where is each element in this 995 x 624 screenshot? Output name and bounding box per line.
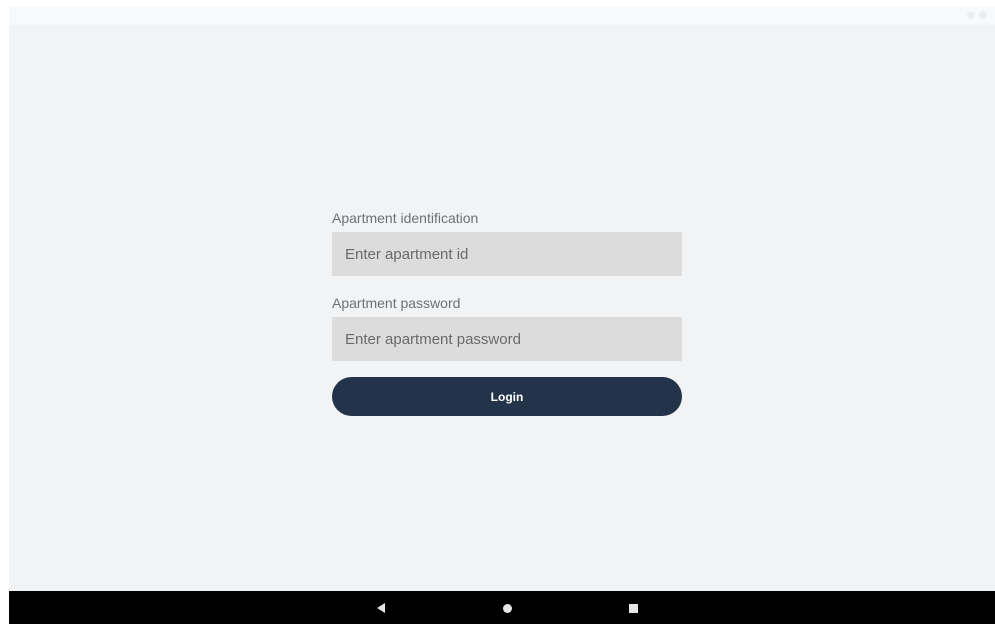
back-icon: [377, 603, 385, 613]
login-button[interactable]: Login: [332, 377, 682, 416]
apartment-password-input[interactable]: [332, 317, 682, 361]
signal-icon: [967, 11, 975, 19]
apartment-password-label: Apartment password: [332, 295, 461, 311]
status-bar: [9, 7, 995, 25]
app-screen: Apartment identification Apartment passw…: [9, 7, 995, 624]
login-form: Apartment identification Apartment passw…: [332, 209, 682, 416]
apartment-id-input[interactable]: [332, 232, 682, 276]
home-icon: [502, 603, 512, 613]
navigation-bar: [9, 591, 995, 624]
battery-icon: [979, 11, 987, 19]
back-button[interactable]: [374, 601, 388, 615]
home-button[interactable]: [500, 601, 514, 615]
recents-button[interactable]: [626, 601, 640, 615]
recents-icon: [628, 603, 638, 613]
apartment-id-label: Apartment identification: [332, 210, 479, 226]
status-icons: [967, 11, 987, 19]
